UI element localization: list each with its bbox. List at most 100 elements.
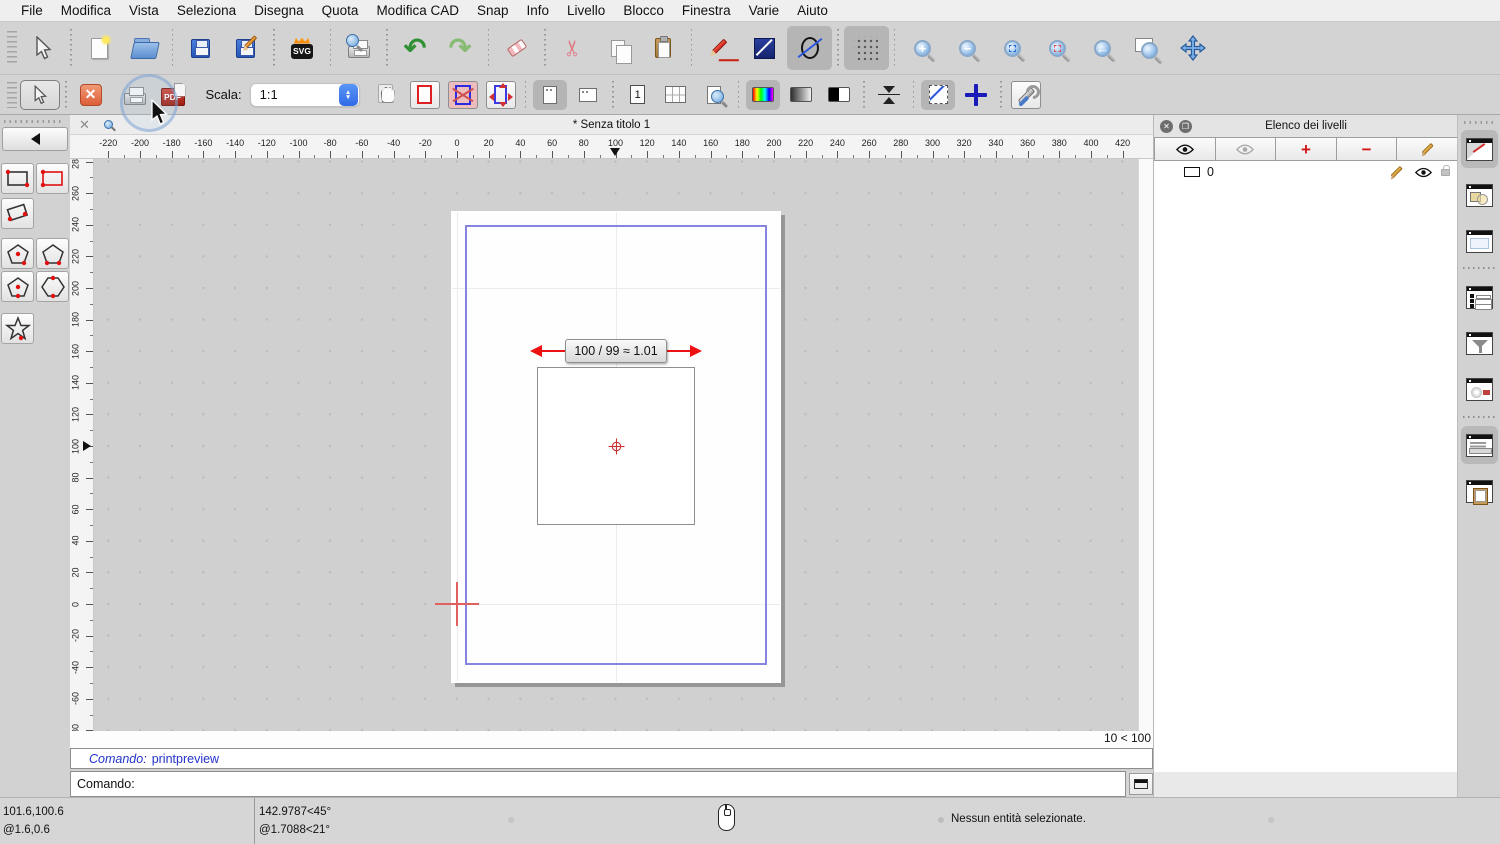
show-paper-borders-button[interactable] <box>408 80 442 110</box>
stepper-icon[interactable]: ▲▼ <box>339 84 358 106</box>
separator <box>691 29 693 67</box>
settings-tools-button[interactable] <box>1009 80 1043 110</box>
svg-export-button[interactable]: SVG <box>280 26 325 70</box>
hexagon-tool[interactable] <box>36 271 69 302</box>
menu-item-modifica-cad[interactable]: Modifica CAD <box>367 3 468 18</box>
toolbar-drag-handle[interactable] <box>7 31 17 65</box>
scale-combobox[interactable]: 1:1 ▲▼ <box>250 83 360 107</box>
pdf-export-button[interactable]: PDF <box>156 80 190 110</box>
menu-item-snap[interactable]: Snap <box>468 3 518 18</box>
save-button[interactable] <box>178 26 223 70</box>
delete-button[interactable] <box>494 26 539 70</box>
vertical-center-button[interactable] <box>872 80 906 110</box>
print-preview-button[interactable] <box>336 26 381 70</box>
dock-block-list-button[interactable] <box>1461 176 1498 214</box>
zoom-window-button[interactable] <box>1125 26 1170 70</box>
show-crosshair-button[interactable] <box>959 80 993 110</box>
previous-view-button[interactable]: ← <box>1080 26 1125 70</box>
wrench-icon <box>1011 81 1041 109</box>
menu-item-file[interactable]: File <box>12 3 52 18</box>
zoom-out-button[interactable]: − <box>945 26 990 70</box>
polygon-center-side-tool[interactable] <box>1 271 34 302</box>
menu-item-seleziona[interactable]: Seleziona <box>168 3 245 18</box>
menu-item-modifica[interactable]: Modifica <box>52 3 120 18</box>
print-button[interactable] <box>118 80 152 110</box>
dock-clipboard-button[interactable] <box>1461 472 1498 510</box>
pan-hand-button[interactable] <box>370 80 404 110</box>
paste-button[interactable] <box>641 26 686 70</box>
polygon-2-corners-tool[interactable] <box>36 238 69 269</box>
polygon-center-corner-tool[interactable] <box>1 238 34 269</box>
show-margins-button[interactable] <box>446 80 480 110</box>
menu-item-finestra[interactable]: Finestra <box>673 3 740 18</box>
rectangle-2-corners-tool[interactable] <box>1 163 34 194</box>
menu-item-aiuto[interactable]: Aiuto <box>788 3 837 18</box>
copy-button[interactable] <box>596 26 641 70</box>
layer-lock-icon[interactable] <box>1441 169 1450 176</box>
hide-all-layers-button[interactable] <box>1216 137 1277 161</box>
vertical-scrollbar-track[interactable] <box>1138 159 1153 731</box>
menu-item-vista[interactable]: Vista <box>120 3 168 18</box>
pan-button[interactable] <box>1170 26 1215 70</box>
menu-item-disegna[interactable]: Disegna <box>245 3 313 18</box>
open-file-button[interactable] <box>122 26 167 70</box>
drawing-area[interactable]: 100 / 99 ≈ 1.01 <box>94 159 1138 731</box>
rotated-rectangle-tool[interactable] <box>1 198 34 229</box>
layer-edit-icon[interactable] <box>1391 166 1403 178</box>
dock-library-browser-button[interactable] <box>1461 222 1498 260</box>
fit-to-page-button[interactable] <box>484 80 518 110</box>
draft-mode-button[interactable] <box>921 80 955 110</box>
cut-button[interactable]: ✂ <box>551 26 596 70</box>
toolbar-drag-handle[interactable] <box>7 82 17 108</box>
ruler-tick <box>631 155 632 158</box>
dock-property-list-button[interactable] <box>1461 278 1498 316</box>
dock-layer-list-button[interactable] <box>1461 130 1498 168</box>
rectangle-size-tool[interactable] <box>36 163 69 194</box>
command-window-button[interactable] <box>1129 773 1153 795</box>
show-all-layers-button[interactable] <box>1154 137 1216 161</box>
save-as-button[interactable] <box>223 26 268 70</box>
viewport-window-icon <box>1466 378 1493 401</box>
command-input[interactable]: Comando: <box>70 771 1126 797</box>
line-tool-button[interactable] <box>742 26 787 70</box>
selection-tool-button[interactable] <box>20 26 65 70</box>
star-tool[interactable] <box>1 313 34 344</box>
back-button[interactable] <box>2 127 68 151</box>
remove-layer-button[interactable]: − <box>1337 137 1398 161</box>
layer-visibility-icon[interactable] <box>1415 167 1432 178</box>
dock-command-line-button[interactable] <box>1461 426 1498 464</box>
menu-item-varie[interactable]: Varie <box>740 3 789 18</box>
undo-button[interactable]: ↶ <box>393 26 438 70</box>
portrait-orientation-button[interactable] <box>533 80 567 110</box>
ruler-label: 140 <box>70 368 81 398</box>
grayscale-mode-button[interactable] <box>784 80 818 110</box>
zoom-in-button[interactable]: + <box>900 26 945 70</box>
menu-item-blocco[interactable]: Blocco <box>614 3 673 18</box>
edit-layer-button[interactable] <box>1397 137 1458 161</box>
selection-pointer-button[interactable] <box>20 80 60 110</box>
multiple-pages-button[interactable] <box>659 80 693 110</box>
blackwhite-mode-button[interactable] <box>822 80 856 110</box>
full-color-mode-button[interactable] <box>746 80 780 110</box>
menu-item-info[interactable]: Info <box>518 3 559 18</box>
single-page-button[interactable]: 1 <box>621 80 655 110</box>
grid-toggle-button[interactable] <box>844 26 889 70</box>
auto-zoom-button[interactable] <box>990 26 1035 70</box>
menu-item-quota[interactable]: Quota <box>313 3 368 18</box>
zoom-selection-button[interactable] <box>1035 26 1080 70</box>
dock-drag-handle[interactable] <box>1464 121 1495 124</box>
zoom-to-page-button[interactable] <box>697 80 731 110</box>
palette-drag-handle[interactable] <box>4 120 62 123</box>
dock-viewport-button[interactable] <box>1461 370 1498 408</box>
add-layer-button[interactable]: + <box>1276 137 1337 161</box>
dock-selection-filter-button[interactable] <box>1461 324 1498 362</box>
ruler-tick <box>726 155 727 158</box>
menu-item-livello[interactable]: Livello <box>558 3 614 18</box>
landscape-orientation-button[interactable] <box>571 80 605 110</box>
ellipse-tool-button[interactable] <box>787 26 832 70</box>
draw-freehand-button[interactable] <box>697 26 742 70</box>
new-file-button[interactable] <box>77 26 122 70</box>
close-print-preview-button[interactable]: ✕ <box>74 80 108 110</box>
redo-button[interactable]: ↷ <box>438 26 483 70</box>
layer-row[interactable]: 0 <box>1154 161 1458 183</box>
